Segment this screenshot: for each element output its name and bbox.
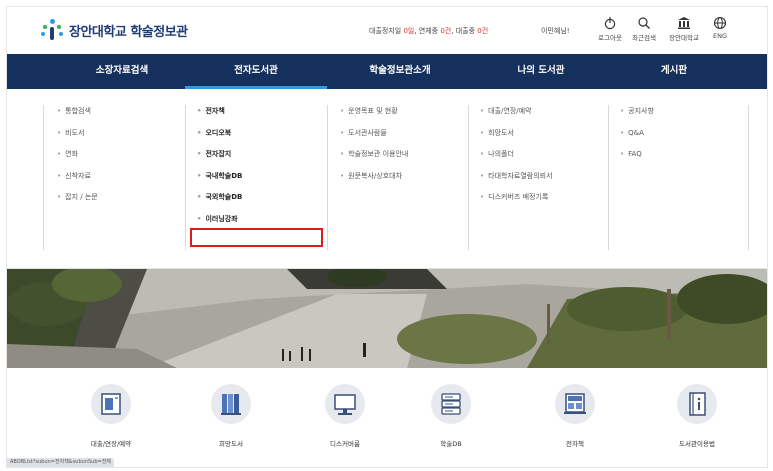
quick-links: 대출/연장/예약 희망도서 디스커버룸 학술DB 전자책 도서관이용법 <box>7 368 767 467</box>
menu-item-ebook[interactable]: 전자책 <box>197 105 242 127</box>
english-link[interactable]: ENG <box>700 16 740 40</box>
logo-text: 장안대학교 학술정보관 <box>69 24 188 40</box>
quick-link-library-guide[interactable]: 도서관이용법 <box>657 384 737 448</box>
menu-item-non-book[interactable]: 비도서 <box>57 127 98 149</box>
overdue-count: 0건 <box>440 27 452 35</box>
logo-mark-icon <box>41 19 63 41</box>
menu-item-loan-renew-reserve[interactable]: 대출/연장/예약 <box>480 105 553 127</box>
menu-item-audiobook[interactable]: 오디오북 <box>197 127 242 149</box>
browser-viewport: 장안대학교 학술정보관 대출정지일 0일, 연체중 0건, 대출중 0건 이민혜… <box>6 6 768 468</box>
loan-status-text: 대출정지일 0일, 연체중 0건, 대출중 0건 <box>369 27 489 35</box>
campus-banner-image <box>7 269 767 368</box>
menu-column-board: 공지사항 Q&A FAQ <box>620 105 654 250</box>
site-header: 장안대학교 학술정보관 대출정지일 0일, 연체중 0건, 대출중 0건 이민혜… <box>7 7 767 54</box>
loan-count: 0건 <box>477 27 489 35</box>
menu-item-guide[interactable]: 학술정보관 이용안내 <box>340 148 408 170</box>
menu-item-comics[interactable]: 연화 <box>57 148 98 170</box>
mega-menu: 통합검색 비도서 연화 신착자료 잡지 / 논문 전자책 오디오북 전자잡지 국… <box>7 89 767 269</box>
browser-status-bar: ABOBList?subun=전자책&subunSub=전체 <box>7 458 114 467</box>
bookshelf-icon <box>221 394 241 415</box>
menu-column-search: 통합검색 비도서 연화 신착자료 잡지 / 논문 <box>57 105 98 250</box>
quick-link-loan[interactable]: 대출/연장/예약 <box>71 384 151 448</box>
menu-item-qna[interactable]: Q&A <box>620 127 654 149</box>
menu-item-other-univ-request[interactable]: 타대학자료열람의뢰서 <box>480 170 552 192</box>
menu-column-my-library: 대출/연장/예약 희망도서 나의폴더 타대학자료열람의뢰서 디스커버즈 배정기록 <box>480 105 553 250</box>
menu-item-my-folder[interactable]: 나의폴더 <box>480 148 553 170</box>
suspend-days: 0일 <box>403 27 415 35</box>
ebook-icon <box>564 393 586 414</box>
power-icon <box>604 17 616 30</box>
quick-link-request-book[interactable]: 희망도서 <box>191 384 271 448</box>
menu-item-notice[interactable]: 공지사항 <box>620 105 654 127</box>
quick-link-discovery-room[interactable]: 디스커버룸 <box>305 384 385 448</box>
monitor-icon <box>334 394 356 415</box>
book-loan-icon <box>101 393 121 415</box>
quick-link-academic-db[interactable]: 학술DB <box>411 384 491 448</box>
main-nav: 소장자료검색 전자도서관 학술정보관소개 나의 도서관 게시판 <box>7 54 767 89</box>
menu-item-goals[interactable]: 운영목표 및 현황 <box>340 105 408 127</box>
quick-link-ebook[interactable]: 전자책 <box>535 384 615 448</box>
nav-item-collection-search[interactable]: 소장자료검색 <box>67 54 177 89</box>
menu-item-integrated-search[interactable]: 통합검색 <box>57 105 98 127</box>
nav-item-my-library[interactable]: 나의 도서관 <box>481 54 601 89</box>
menu-item-request-book[interactable]: 희망도서 <box>480 127 553 149</box>
menu-item-faq[interactable]: FAQ <box>620 148 654 170</box>
menu-item-foreign-db[interactable]: 국외학술DB <box>197 191 242 213</box>
column-divider <box>185 105 186 250</box>
globe-icon <box>713 16 727 30</box>
nav-item-about[interactable]: 학술정보관소개 <box>335 54 465 89</box>
user-greeting: 이민혜님! <box>541 27 570 35</box>
building-icon <box>678 17 690 29</box>
menu-item-journals[interactable]: 잡지 / 논문 <box>57 191 98 213</box>
column-divider <box>468 105 469 250</box>
column-divider <box>327 105 328 250</box>
menu-item-domestic-db[interactable]: 국내학술DB <box>197 170 242 192</box>
column-divider <box>608 105 609 250</box>
menu-item-interlibrary-loan[interactable]: 원문복사/상호대차 <box>340 170 408 192</box>
university-link[interactable]: 장안대학교 <box>664 16 704 42</box>
menu-item-emagazine[interactable]: 전자잡지 <box>197 148 242 170</box>
site-logo[interactable]: 장안대학교 학술정보관 <box>41 19 188 41</box>
campus-photo <box>7 269 767 368</box>
highlight-box <box>190 228 323 247</box>
menu-item-staff[interactable]: 도서관사람들 <box>340 127 408 149</box>
menu-item-discovery-record[interactable]: 디스커버즈 배정기록 <box>480 191 553 213</box>
recent-search-button[interactable]: 최근검색 <box>624 16 664 42</box>
column-divider <box>748 105 749 250</box>
nav-item-digital-library[interactable]: 전자도서관 <box>185 54 327 89</box>
search-icon <box>638 17 650 29</box>
menu-item-new-arrivals[interactable]: 신착자료 <box>57 170 98 192</box>
column-divider <box>43 105 44 250</box>
nav-item-board[interactable]: 게시판 <box>619 54 729 89</box>
database-icon <box>441 393 461 415</box>
menu-column-about: 운영목표 및 현황 도서관사람들 학술정보관 이용안내 원문복사/상호대차 <box>340 105 408 250</box>
info-guide-icon <box>689 392 706 416</box>
